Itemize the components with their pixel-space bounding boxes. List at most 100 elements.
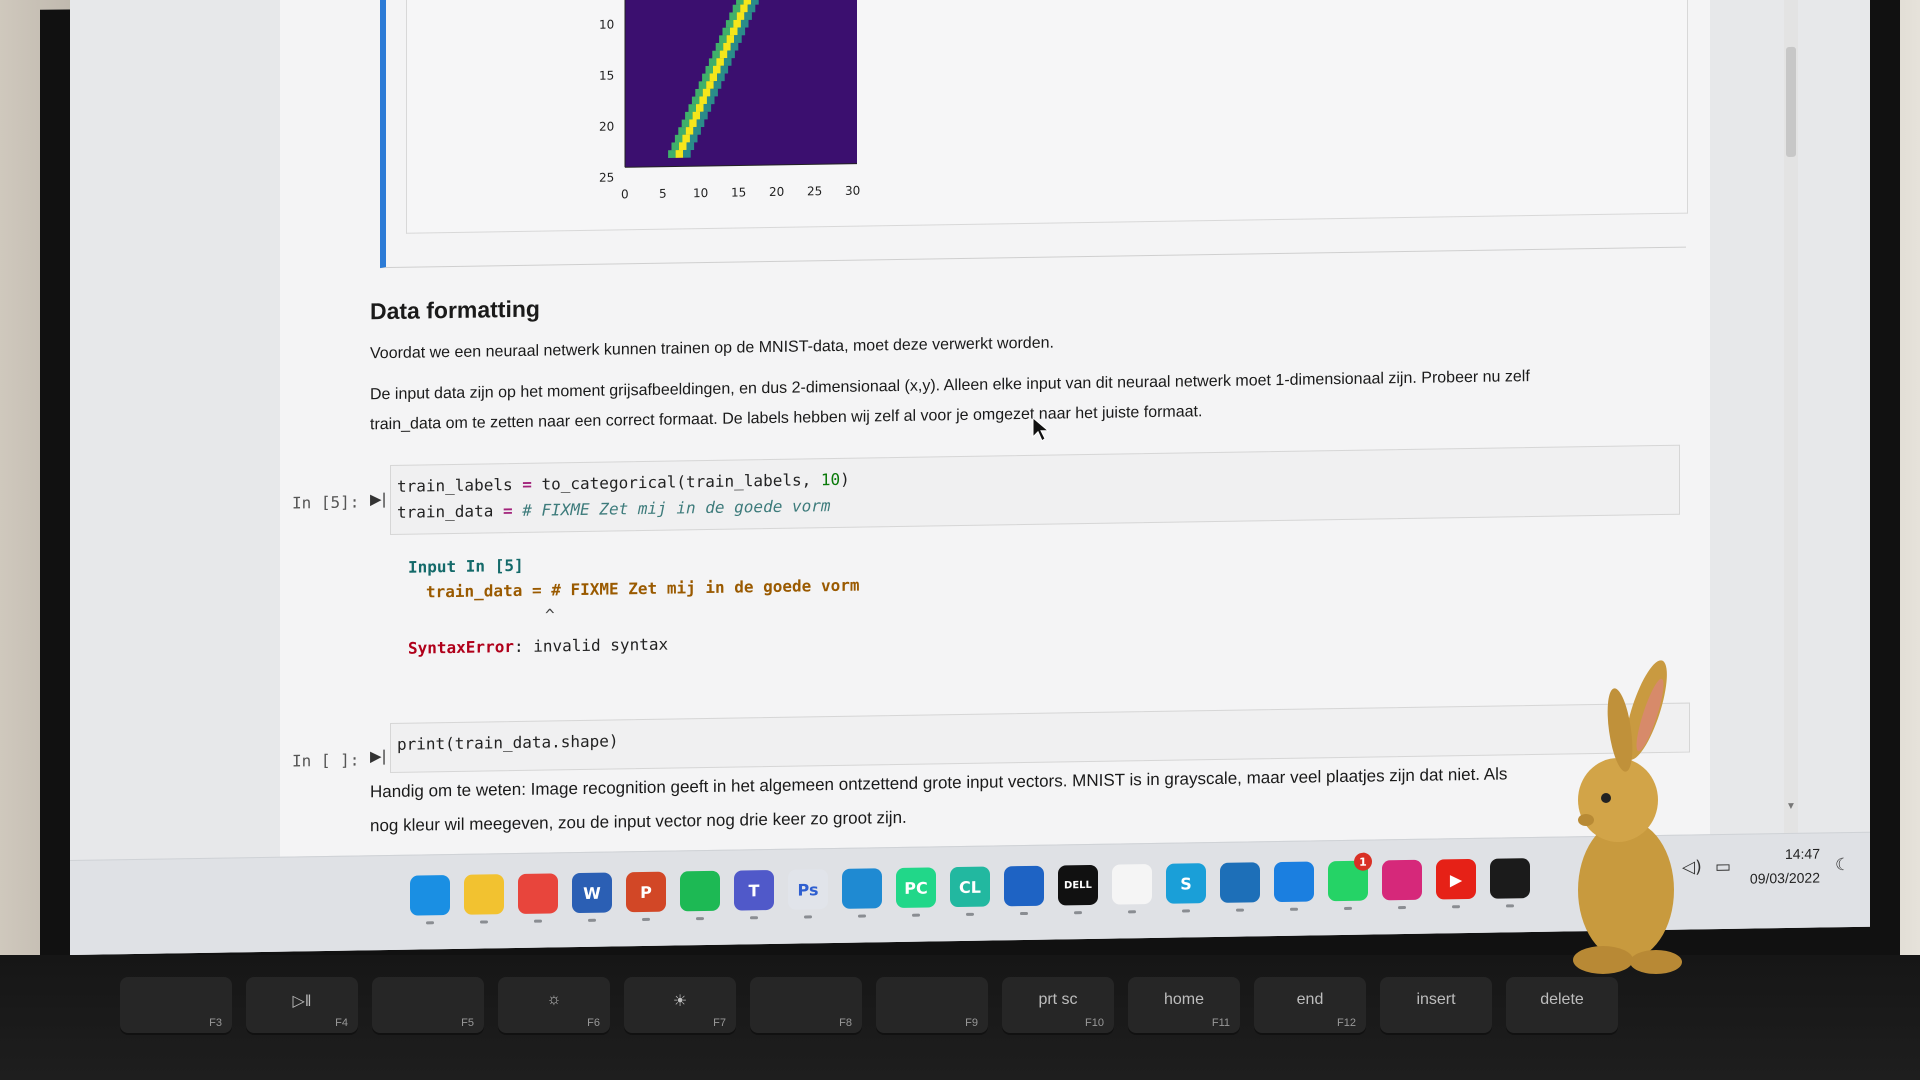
start-icon[interactable] [410,875,450,916]
system-clock[interactable]: 14:47 09/03/2022 [1740,846,1820,887]
digit-pixel [671,142,680,151]
digit-pixel [689,134,698,143]
focus-moon-icon[interactable]: ☾ [1835,855,1850,875]
clock-time: 14:47 [1784,845,1820,863]
pycharm-icon[interactable]: PC [896,867,936,909]
running-indicator [858,914,866,918]
instagram-icon[interactable] [1382,859,1422,901]
digit-pixel [675,149,684,158]
digit-pixel [720,65,729,74]
notification-badge: 1 [1354,852,1372,871]
digit-pixel [717,73,725,82]
notepad-icon[interactable] [1112,864,1152,905]
digit-pixel [719,50,728,59]
key-label: end [1296,991,1324,1008]
digit-pixel [725,19,734,28]
key-fn-label: F11 [1211,1017,1230,1029]
digit-pixel [685,127,694,135]
file-explorer-icon[interactable] [464,874,504,915]
edge-icon[interactable] [1274,861,1314,903]
digit-pixel [678,127,686,136]
x-tick-label: 25 [807,184,823,199]
digit-pixel [700,111,708,120]
keyboard-key: ☀ F7 [624,977,736,1035]
key-label: prt sc [1038,991,1078,1008]
digit-pixel [710,88,718,97]
digit-pixel [712,50,720,59]
spotify-icon[interactable] [680,870,720,912]
x-tick-label: 5 [659,186,667,201]
running-indicator [480,920,488,924]
digit-pixel [744,12,752,21]
app-s-icon[interactable]: S [1166,863,1206,904]
run-cell-icon[interactable]: ▶| [370,490,387,508]
running-indicator [966,912,974,916]
keyboard-key: F3 [120,977,232,1035]
clion-icon[interactable]: CL [950,866,990,908]
running-indicator [1506,904,1514,908]
digit-pixel [751,0,759,5]
keyboard-key: insert [1380,977,1492,1035]
terminal-icon[interactable] [1490,858,1530,899]
digit-pixel [682,134,691,143]
scroll-down-arrow-icon[interactable]: ▼ [1785,801,1797,813]
digit-pixel [727,50,735,59]
key-label: ▷‖ [292,993,312,1010]
y-tick-label: 10 [599,17,615,32]
digit-pixel [679,142,687,151]
key-label: insert [1416,991,1456,1008]
powerpoint-icon[interactable]: P [626,871,666,913]
battery-icon[interactable]: ▭ [1715,857,1731,877]
digit-pixel [740,19,749,28]
code-line: print(train_data.shape) [397,731,619,754]
run-cell-icon[interactable]: ▶| [370,747,387,765]
key-fn-label: F8 [839,1017,852,1029]
digit-pixel [681,119,690,128]
vscode-icon[interactable] [842,868,882,909]
word-icon[interactable]: W [572,872,612,914]
scrollbar-thumb[interactable] [1786,46,1796,158]
keyboard-key: home F11 [1128,977,1240,1035]
x-tick-label: 10 [693,185,709,201]
digit-pixel [668,150,676,159]
digit-pixel [702,73,710,82]
teams-icon[interactable]: T [734,869,774,911]
digit-pixel [691,96,700,105]
chrome-icon[interactable] [518,873,558,914]
digit-pixel [686,142,695,151]
digit-pixel [703,103,712,112]
digit-pixel [696,119,705,128]
photoshop-icon[interactable]: Ps [788,869,828,910]
digit-pixel [702,88,711,97]
dell-icon[interactable]: DELL [1058,864,1098,906]
section-heading: Data formatting [370,295,540,325]
clock-date: 09/03/2022 [1749,869,1820,887]
x-tick-label: 30 [845,183,861,198]
bunny-figurine [1573,660,1682,974]
digit-pixel [730,42,739,51]
whatsapp-icon[interactable]: 1 [1328,852,1372,902]
digit-pixel [729,12,737,21]
keyboard-key: delete [1506,977,1618,1035]
digit-pixel [747,4,756,13]
digit-pixel [740,4,748,13]
x-tick-label: 20 [769,184,785,200]
digit-pixel [723,58,732,66]
youtube-icon[interactable]: ▶ [1436,858,1476,900]
app-blue-circle-icon[interactable] [1004,865,1044,907]
keyboard-key: prt sc F10 [1002,977,1114,1035]
app-books-icon[interactable] [1220,862,1260,903]
keyboard-key: F9 [876,977,988,1035]
running-indicator [1020,911,1028,916]
output-cell-plot[interactable]: 10 15 20 25 0 5 10 15 20 25 30 [380,0,1688,269]
digit-pixel [713,80,722,89]
digit-pixel [698,81,707,90]
error-output: Input In [5] train_data = # FIXME Zet mi… [408,548,859,661]
keyboard-key: F5 [372,977,484,1035]
digit-pixel [695,88,703,97]
digit-pixel [688,104,697,113]
keyboard-key: end F12 [1254,977,1366,1035]
key-label: ☼ [546,991,562,1008]
page-scrollbar[interactable]: ▼ [1784,0,1798,834]
keyboard-key: ☼ F6 [498,977,610,1035]
